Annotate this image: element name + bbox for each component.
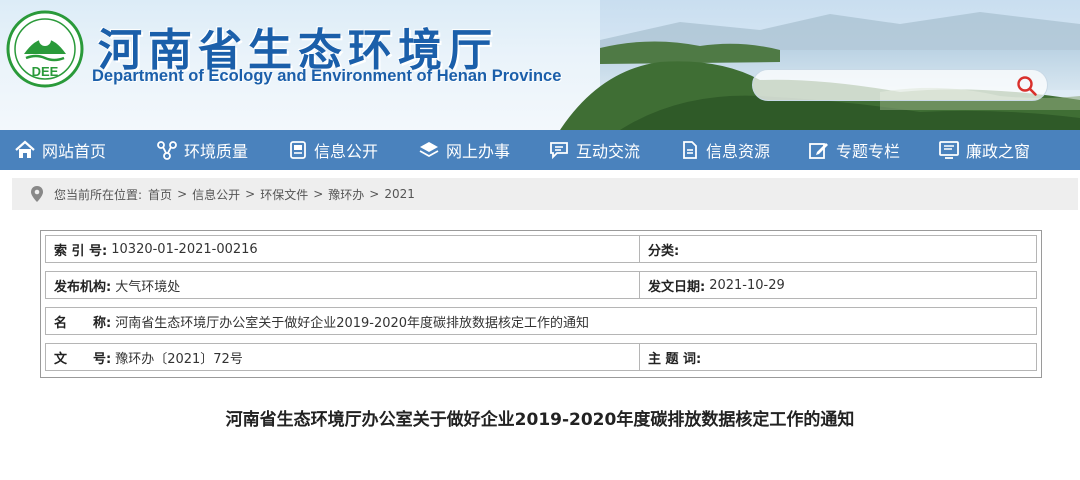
breadcrumb-separator: > xyxy=(369,187,380,201)
molecule-icon xyxy=(157,141,177,160)
nav-item-label: 廉政之窗 xyxy=(966,142,1031,161)
meta-row-docno: 文 号: 豫环办〔2021〕72号 主 题 词: xyxy=(45,343,1037,371)
nav-item-resources[interactable]: 信息资源 xyxy=(680,130,770,170)
meta-cell-name: 名 称: 河南省生态环境厅办公室关于做好企业2019-2020年度碳排放数据核定… xyxy=(46,308,1036,334)
meta-key: 索 引 号: xyxy=(54,243,108,259)
meta-value: 豫环办〔2021〕72号 xyxy=(115,351,243,367)
nav-item-label: 互动交流 xyxy=(576,142,641,161)
logo-emblem-icon: DEE xyxy=(6,10,84,88)
nav-item-label: 信息资源 xyxy=(706,142,771,161)
nav-item-label: 网上办事 xyxy=(446,142,511,161)
breadcrumb-prefix: 您当前所在位置: xyxy=(54,187,143,202)
meta-cell-doc-no: 文 号: 豫环办〔2021〕72号 xyxy=(46,344,640,370)
main-nav: 网站首页 环境质量 信息公开 网上办事 互动交流 信息资源 专题专栏 廉政之窗 xyxy=(0,130,1080,170)
meta-cell-date: 发文日期: 2021-10-29 xyxy=(640,272,1036,298)
nav-item-topics[interactable]: 专题专栏 xyxy=(808,130,900,170)
site-header: DEE 河南省生态环境厅 Department of Ecology and E… xyxy=(0,0,1080,130)
nav-item-label: 专题专栏 xyxy=(836,142,901,161)
location-pin-icon xyxy=(31,186,43,202)
breadcrumb-separator: > xyxy=(245,187,256,201)
meta-value: 河南省生态环境厅办公室关于做好企业2019-2020年度碳排放数据核定工作的通知 xyxy=(115,315,590,331)
layers-icon xyxy=(419,142,439,158)
nav-item-integrity[interactable]: 廉政之窗 xyxy=(938,130,1030,170)
meta-row-name: 名 称: 河南省生态环境厅办公室关于做好企业2019-2020年度碳排放数据核定… xyxy=(45,307,1037,335)
breadcrumb-yuhuanban[interactable]: 豫环办 xyxy=(328,186,364,203)
nav-item-label: 信息公开 xyxy=(314,142,379,161)
logo-text: DEE xyxy=(32,64,59,79)
meta-cell-category: 分类: xyxy=(640,236,1036,262)
meta-value: 2021-10-29 xyxy=(709,277,785,293)
meta-cell-publisher: 发布机构: 大气环境处 xyxy=(46,272,640,298)
nav-item-label: 环境质量 xyxy=(184,142,249,161)
breadcrumb: 您当前所在位置: 首页 > 信息公开 > 环保文件 > 豫环办 > 2021 xyxy=(12,178,1078,210)
search-input[interactable] xyxy=(767,76,1007,96)
meta-cell-index-no: 索 引 号: 10320-01-2021-00216 xyxy=(46,236,640,262)
edit-icon xyxy=(809,143,828,159)
breadcrumb-home[interactable]: 首页 xyxy=(148,186,172,203)
chat-icon xyxy=(550,142,568,160)
meta-key: 名 称: xyxy=(54,315,112,331)
article-title: 河南省生态环境厅办公室关于做好企业2019-2020年度碳排放数据核定工作的通知 xyxy=(225,410,855,430)
file-icon xyxy=(683,141,697,159)
meta-key: 发布机构: xyxy=(54,279,112,295)
home-icon xyxy=(15,140,35,158)
meta-value: 大气环境处 xyxy=(115,279,181,295)
site-subtitle: Department of Ecology and Environment of… xyxy=(92,67,562,85)
nav-item-environment[interactable]: 环境质量 xyxy=(156,130,248,170)
breadcrumb-disclosure[interactable]: 信息公开 xyxy=(192,186,240,203)
meta-key: 分类: xyxy=(648,243,680,259)
meta-cell-keywords: 主 题 词: xyxy=(640,344,1036,370)
meta-value: 10320-01-2021-00216 xyxy=(111,241,258,257)
meta-key: 文 号: xyxy=(54,351,112,367)
search-icon[interactable] xyxy=(1015,74,1039,98)
meta-row-publisher: 发布机构: 大气环境处 发文日期: 2021-10-29 xyxy=(45,271,1037,299)
search-box xyxy=(752,69,1048,101)
document-metadata-table: 索 引 号: 10320-01-2021-00216 分类: 发布机构: 大气环… xyxy=(40,230,1042,378)
meta-row-index: 索 引 号: 10320-01-2021-00216 分类: xyxy=(45,235,1037,263)
nav-item-interaction[interactable]: 互动交流 xyxy=(548,130,640,170)
breadcrumb-year[interactable]: 2021 xyxy=(384,187,415,201)
nav-item-label: 网站首页 xyxy=(42,142,107,161)
nav-item-disclosure[interactable]: 信息公开 xyxy=(288,130,378,170)
nav-item-online-services[interactable]: 网上办事 xyxy=(418,130,510,170)
breadcrumb-separator: > xyxy=(177,187,188,201)
document-icon xyxy=(290,141,306,159)
monitor-icon xyxy=(939,141,959,159)
breadcrumb-separator: > xyxy=(313,187,324,201)
meta-key: 主 题 词: xyxy=(648,351,702,367)
nav-item-home[interactable]: 网站首页 xyxy=(14,130,106,170)
meta-key: 发文日期: xyxy=(648,279,706,295)
breadcrumb-env-docs[interactable]: 环保文件 xyxy=(260,186,308,203)
